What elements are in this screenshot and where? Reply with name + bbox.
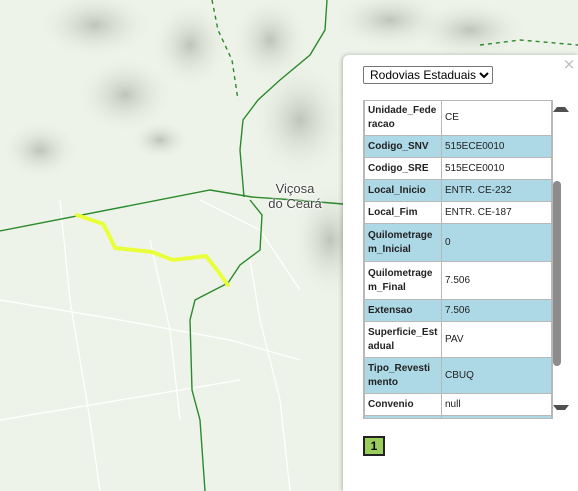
feature-popup: × Rodovias Estaduais Unidade_Federacao C… xyxy=(343,55,578,491)
minor-roads xyxy=(0,199,301,491)
attribute-key: Tipo_Revestimento xyxy=(364,357,442,394)
city-label: Viçosa do Ceará xyxy=(268,181,322,211)
table-row: Local_Fim ENTR. CE-187 xyxy=(364,201,552,224)
table-row: Unidade_Federacao CE xyxy=(364,100,552,136)
table-row: Tipo_Revestimento CBUQ xyxy=(364,357,552,394)
attribute-key: Codigo_SRE xyxy=(364,157,442,180)
attribute-key: Extensao xyxy=(364,299,442,322)
attribute-value: 7.506 xyxy=(441,299,552,322)
attribute-key: Unidade_Federacao xyxy=(364,100,442,136)
attribute-value: CBUQ xyxy=(441,357,552,394)
table-row: Superficie_Estadual PAV xyxy=(364,321,552,358)
attribute-value: ENTR. CE-187 xyxy=(441,201,552,224)
table-row: Quilometragem_Final 7.506 xyxy=(364,261,552,300)
table-row: Local_Inicio ENTR. CE-232 xyxy=(364,179,552,202)
attribute-value: ENTR. CE-232 xyxy=(441,179,552,202)
table-row: Convenio null xyxy=(364,393,552,416)
table-row: Codigo_SNV 515ECE0010 xyxy=(364,135,552,158)
attribute-table: Unidade_Federacao CE Codigo_SNV 515ECE00… xyxy=(364,100,552,418)
attribute-value: 7.506 xyxy=(441,261,552,300)
attribute-key: Convenio xyxy=(364,393,442,416)
attribute-key: Local_Fim xyxy=(364,201,442,224)
scroll-down-arrow-icon[interactable] xyxy=(553,405,569,410)
scroll-up-arrow-icon[interactable] xyxy=(553,107,569,112)
scrollbar-thumb[interactable] xyxy=(553,181,561,366)
table-row: Extensao 7.506 xyxy=(364,299,552,322)
attribute-value: CE xyxy=(441,100,552,136)
attribute-value: null xyxy=(441,393,552,416)
table-row: Quilometragem_Inicial 0 xyxy=(364,223,552,262)
attribute-value: 515ECE0010 xyxy=(441,135,552,158)
attribute-key: Quilometragem_Final xyxy=(364,261,442,300)
attribute-value: null xyxy=(441,415,552,418)
page-button[interactable]: 1 xyxy=(363,436,385,456)
layer-select[interactable]: Rodovias Estaduais xyxy=(363,66,493,84)
attribute-key: Superficie_Estadual xyxy=(364,321,442,358)
attribute-value: PAV xyxy=(441,321,552,358)
close-icon[interactable]: × xyxy=(562,57,576,72)
attribute-table-viewport[interactable]: Unidade_Federacao CE Codigo_SNV 515ECE00… xyxy=(363,100,553,419)
table-row: MP082 null xyxy=(364,415,552,418)
table-row: Codigo_SRE 515ECE0010 xyxy=(364,157,552,180)
attribute-key: Codigo_SNV xyxy=(364,135,442,158)
attribute-key: Quilometragem_Inicial xyxy=(364,223,442,262)
attribute-value: 515ECE0010 xyxy=(441,157,552,180)
attribute-key: Local_Inicio xyxy=(364,179,442,202)
attribute-key: MP082 xyxy=(364,415,442,418)
attribute-value: 0 xyxy=(441,223,552,262)
